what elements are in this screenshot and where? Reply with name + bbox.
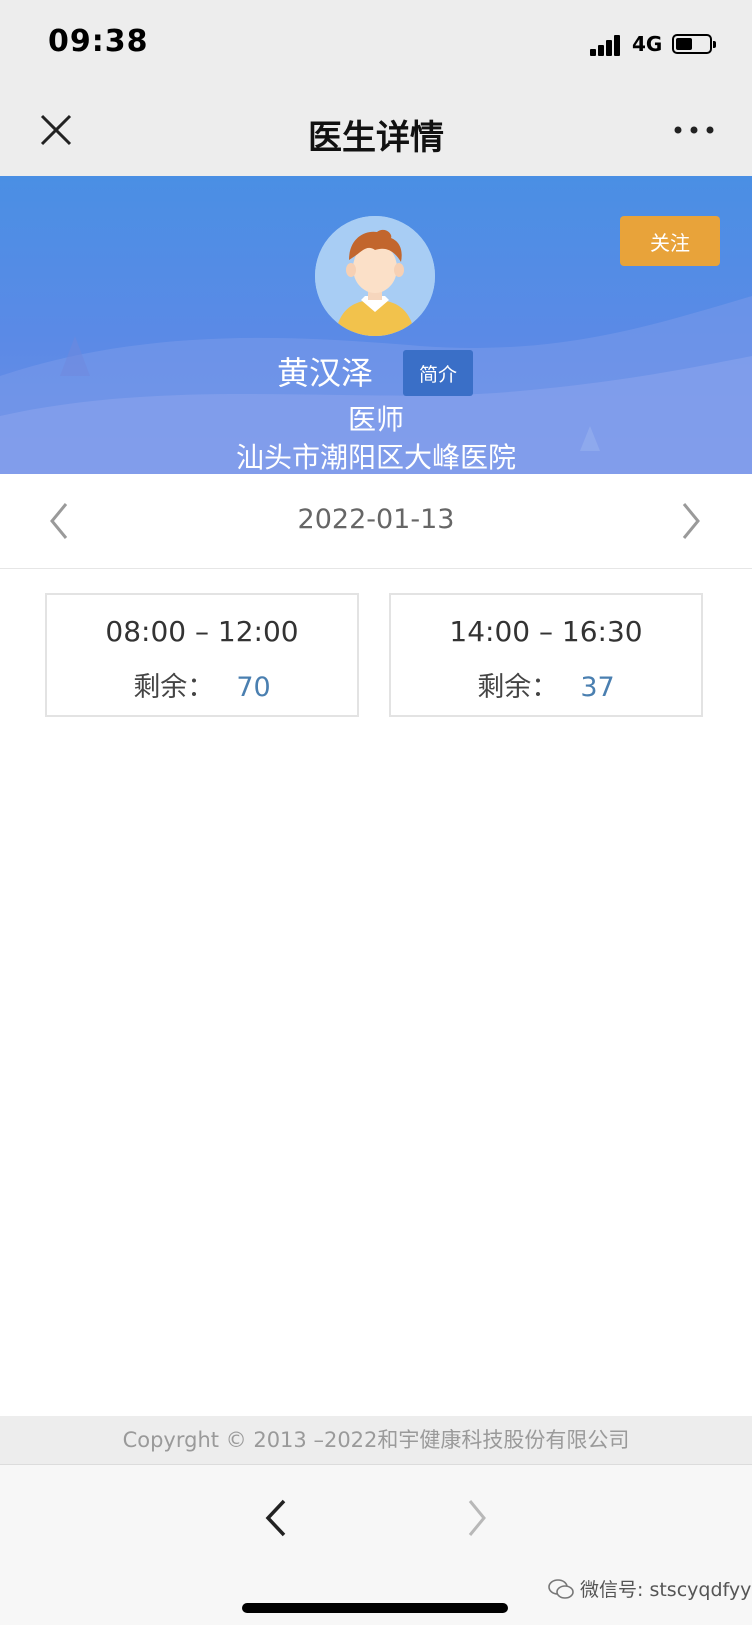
chevron-right-icon[interactable]: [676, 498, 706, 544]
network-type: 4G: [632, 32, 663, 56]
time-slot-morning[interactable]: 08:00 – 12:00 剩余： 70: [45, 593, 359, 717]
follow-button[interactable]: 关注: [620, 216, 720, 266]
remaining-label: 剩余：: [133, 672, 215, 703]
doctor-avatar: [315, 216, 435, 336]
home-indicator: [242, 1603, 508, 1613]
doctor-hospital: 汕头市潮阳区大峰医院: [235, 441, 516, 474]
status-bar: 09:38 4G: [0, 0, 752, 88]
status-time: 09:38: [48, 24, 149, 59]
slot-remaining: 剩余： 37: [391, 665, 701, 704]
back-arrow-icon[interactable]: [260, 1493, 290, 1543]
battery-icon: [672, 34, 716, 54]
nav-bar: 医生详情: [0, 88, 752, 176]
remaining-label: 剩余：: [477, 672, 559, 703]
signal-icon: [590, 34, 622, 56]
doctor-header: 关注 黄汉泽 简介 医师 汕头市潮阳区大峰医院: [0, 176, 752, 474]
slot-time-range: 14:00 – 16:30: [449, 615, 643, 648]
doctor-title: 医师: [347, 403, 404, 436]
copyright-text: Copyrght © 2013 –2022和宇健康科技股份有限公司: [0, 1416, 752, 1464]
time-slot-afternoon[interactable]: 14:00 – 16:30 剩余： 37: [389, 593, 703, 717]
slot-time-range: 08:00 – 12:00: [105, 615, 299, 648]
selected-date: 2022-01-13: [297, 504, 455, 535]
forward-arrow-icon[interactable]: [462, 1493, 492, 1543]
remaining-count: 70: [236, 672, 271, 703]
slot-remaining: 剩余： 70: [47, 665, 357, 704]
watermark: 微信号: stscyqdfyy: [548, 1575, 751, 1602]
page-title: 医生详情: [308, 118, 444, 158]
watermark-text: 微信号: stscyqdfyy: [580, 1579, 752, 1601]
intro-button[interactable]: 简介: [403, 350, 473, 396]
date-selector: 2022-01-13: [0, 474, 752, 569]
more-icon[interactable]: [672, 120, 716, 140]
browser-bottom-bar: 微信号: stscyqdfyy: [0, 1464, 752, 1625]
doctor-name: 黄汉泽: [277, 354, 374, 392]
wechat-icon: [548, 1578, 574, 1599]
remaining-count: 37: [580, 672, 615, 703]
